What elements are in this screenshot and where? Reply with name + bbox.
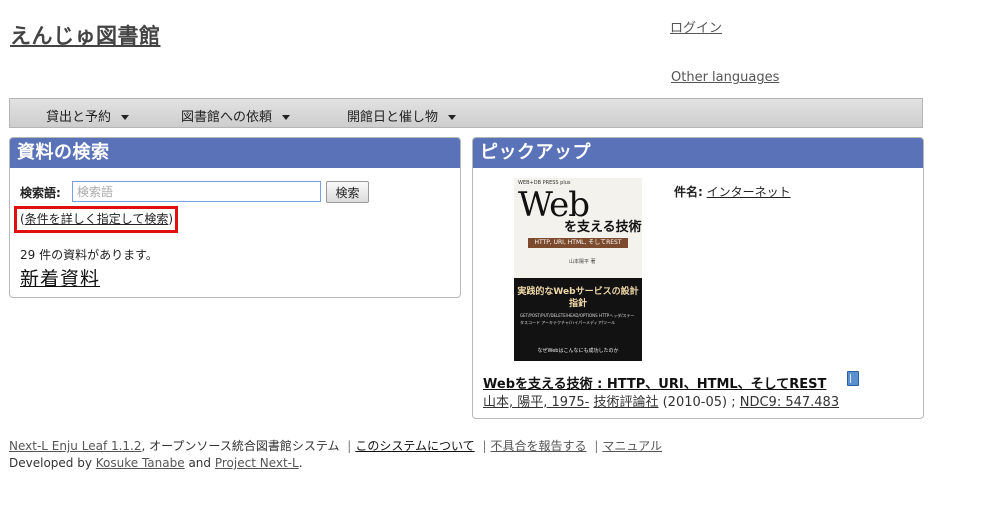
footer-line-2: Developed by Kosuke Tanabe and Project N… — [9, 456, 303, 470]
author-link[interactable]: 山本, 陽平, 1975- — [483, 395, 589, 410]
search-panel-title: 資料の検索 — [10, 138, 460, 168]
subject-row: 件名: インターネット — [674, 183, 791, 200]
site-title[interactable]: えんじゅ図書館 — [10, 20, 161, 50]
publisher-link[interactable]: 技術評論社 — [593, 395, 658, 410]
cover-contents: GET/POST/PUT/DELETE/HEAD/OPTIONS HTTPヘッダ… — [520, 313, 635, 325]
separator: | — [347, 439, 352, 453]
nav-item-label: 貸出と予約 — [46, 110, 112, 125]
search-button[interactable]: 検索 — [326, 181, 369, 203]
product-link[interactable]: Next-L Enju Leaf 1.1.2 — [9, 439, 142, 453]
manual-link[interactable]: マニュアル — [602, 439, 662, 453]
cover-subtitle: を支える技術 — [564, 220, 642, 235]
subject-label: 件名: — [674, 185, 703, 199]
separator: | — [482, 439, 487, 453]
publication-date: (2010-05) ; — [662, 395, 736, 410]
search-panel: 資料の検索 検索語: 検索 (条件を詳しく指定して検索) 29 件の資料がありま… — [9, 137, 461, 298]
search-input[interactable] — [72, 181, 321, 202]
login-link[interactable]: ログイン — [670, 17, 722, 36]
nav-item-requests[interactable]: 図書館への依頼 — [181, 106, 291, 125]
pickup-panel-title: ピックアップ — [473, 138, 923, 168]
nav-item-events[interactable]: 開館日と催し物 — [347, 106, 457, 125]
nav-item-label: 図書館への依頼 — [181, 110, 273, 125]
ndc-link[interactable]: NDC9: 547.483 — [740, 395, 839, 410]
report-bug-link[interactable]: 不具合を報告する — [491, 439, 587, 453]
other-languages-link[interactable]: Other languages — [671, 70, 779, 85]
cover-bottom-title: 実践的なWebサービスの設計指針 — [517, 287, 639, 309]
book-icon — [847, 371, 859, 386]
book-title-link[interactable]: Webを支える技術 : HTTP、URI、HTML、そしてREST — [483, 373, 826, 392]
cover-author: 山本陽平 著 — [569, 259, 596, 265]
cover-band: HTTP, URI, HTML, そしてREST — [528, 238, 628, 248]
pickup-panel: ピックアップ WEB+DB PRESS plus Web を支える技術 HTTP… — [472, 137, 924, 419]
developer-link[interactable]: Kosuke Tanabe — [96, 456, 185, 470]
nav-item-circulation[interactable]: 貸出と予約 — [46, 106, 130, 125]
about-link[interactable]: このシステムについて — [355, 439, 474, 453]
project-link[interactable]: Project Next-L — [215, 456, 299, 470]
nav-item-label: 開館日と催し物 — [347, 110, 439, 125]
developed-by-text: Developed by — [9, 456, 92, 470]
book-cover-image[interactable]: WEB+DB PRESS plus Web を支える技術 HTTP, URI, … — [514, 178, 642, 361]
and-text: and — [188, 456, 212, 470]
item-count-text: 29 件の資料があります。 — [20, 248, 158, 262]
period-text: . — [298, 456, 303, 470]
system-description: , オープンソース統合図書館システム — [141, 439, 340, 453]
book-meta: 山本, 陽平, 1975- 技術評論社 (2010-05) ; NDC9: 54… — [483, 391, 839, 410]
search-label: 検索語: — [20, 186, 61, 200]
cover-tagline: なぜWebはこんなにも成功したのか — [537, 348, 619, 354]
separator: | — [594, 439, 599, 453]
caret-down-icon — [448, 115, 457, 120]
subject-link[interactable]: インターネット — [707, 185, 791, 199]
footer-line-1: Next-L Enju Leaf 1.1.2, オープンソース統合図書館システム… — [9, 437, 662, 454]
caret-down-icon — [282, 115, 291, 120]
main-navbar: 貸出と予約 図書館への依頼 開館日と催し物 — [9, 98, 923, 128]
cover-top: WEB+DB PRESS plus Web を支える技術 HTTP, URI, … — [514, 178, 642, 278]
caret-down-icon — [121, 115, 130, 120]
new-items-link[interactable]: 新着資料 — [20, 264, 100, 291]
advanced-search-link[interactable]: 条件を詳しく指定して検索 — [25, 212, 169, 226]
advanced-search-link-wrapper: (条件を詳しく指定して検索) — [20, 212, 174, 226]
